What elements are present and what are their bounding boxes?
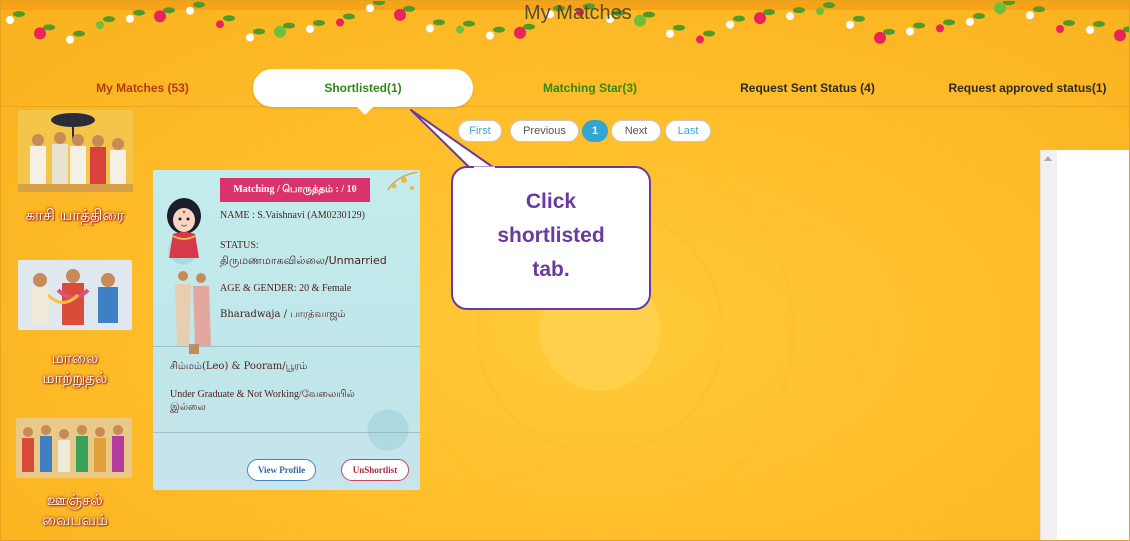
- callout-pointer-cover: [474, 166, 495, 170]
